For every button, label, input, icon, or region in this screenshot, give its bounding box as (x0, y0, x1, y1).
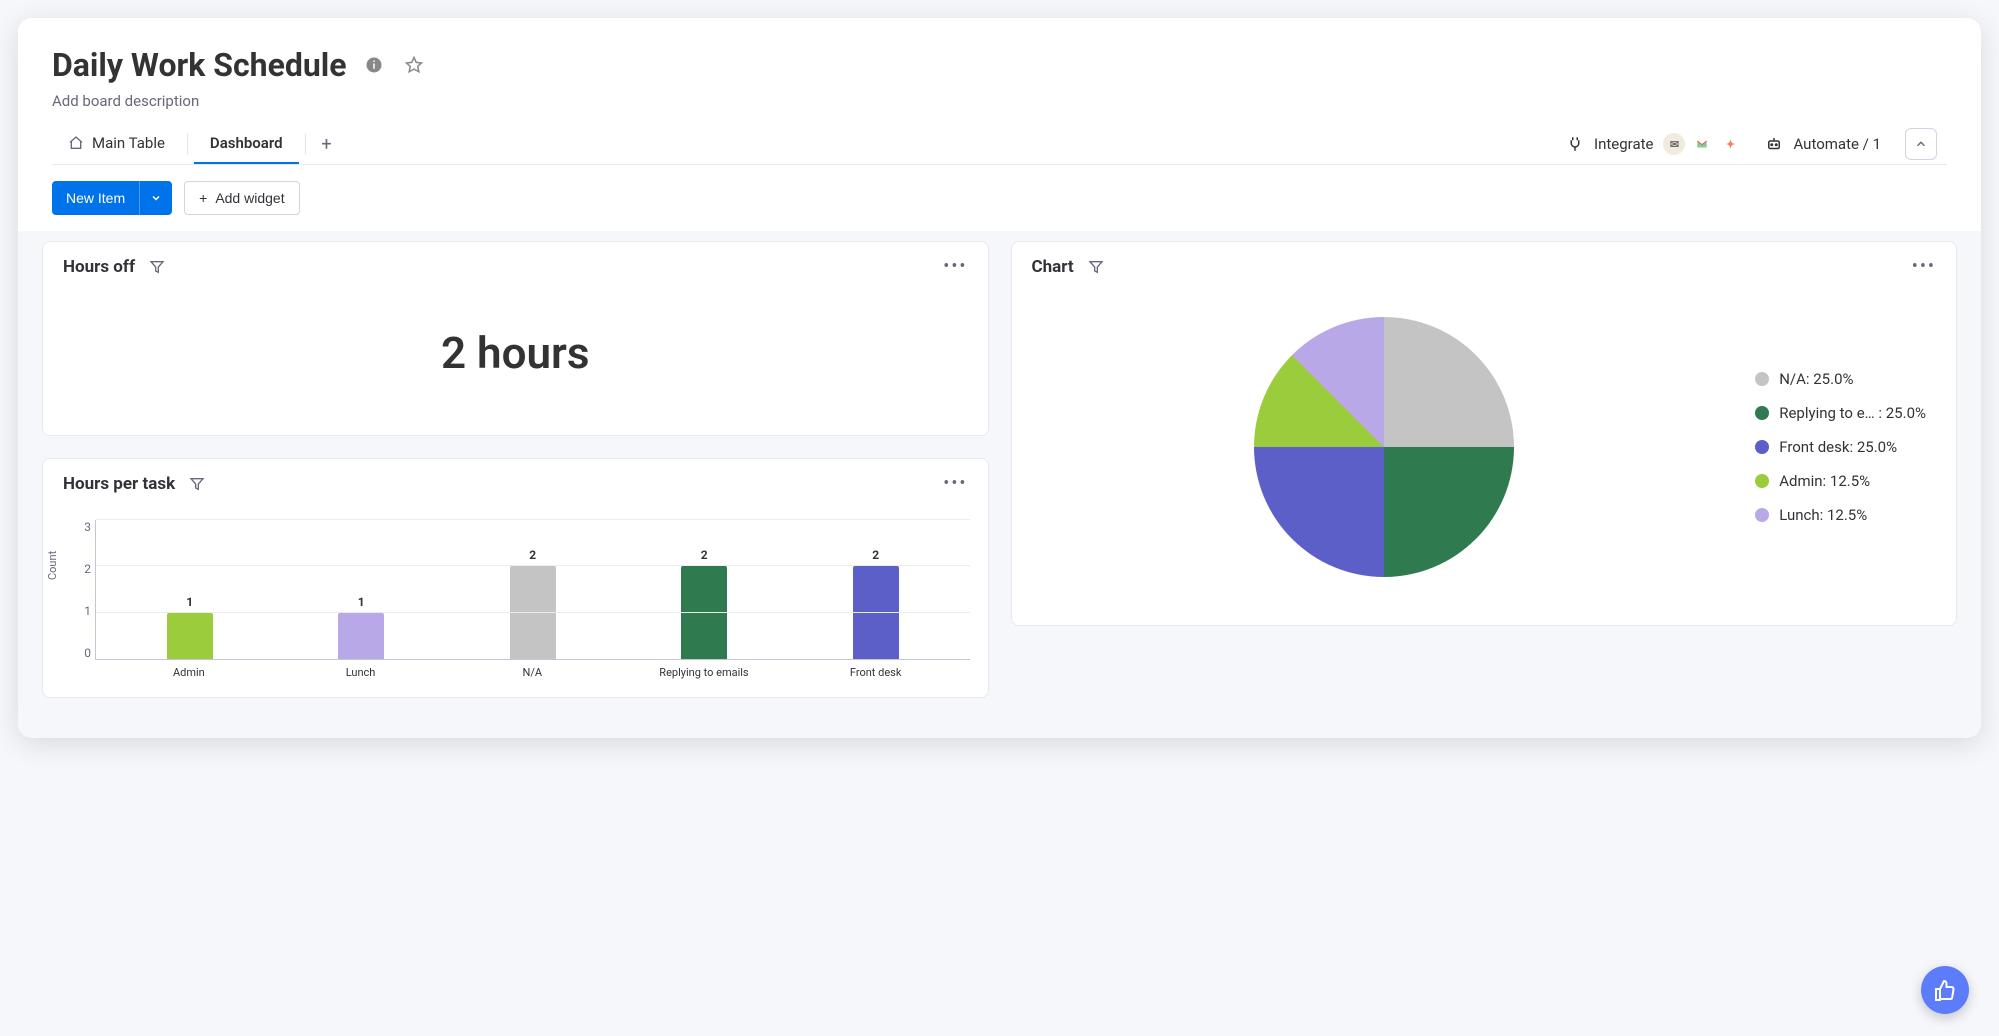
new-item-label: New Item (66, 190, 125, 206)
thumbs-up-icon (1933, 978, 1957, 1002)
y-tick: 2 (84, 562, 91, 576)
plus-icon: + (199, 190, 207, 206)
bar-item: 1 (276, 520, 448, 659)
legend-item: N/A: 25.0% (1755, 370, 1926, 388)
widget-more-icon[interactable]: ••• (943, 473, 967, 494)
legend-swatch (1755, 474, 1769, 488)
x-tick: N/A (446, 666, 618, 679)
legend-swatch (1755, 372, 1769, 386)
info-icon[interactable] (361, 52, 387, 78)
tab-divider (187, 134, 188, 154)
star-icon[interactable] (401, 52, 427, 78)
gmail-icon (1691, 133, 1713, 155)
tab-label: Dashboard (210, 134, 283, 152)
hubspot-icon: ✦ (1719, 133, 1741, 155)
chevron-down-icon (150, 192, 162, 204)
bar-item: 2 (790, 520, 962, 659)
legend-label: Admin: 12.5% (1779, 472, 1870, 490)
tabs-row: Main Table Dashboard + Integrate ✉ (52, 124, 1947, 165)
board-header: Daily Work Schedule Add board descriptio… (18, 18, 1981, 165)
bar-value-label: 2 (701, 548, 708, 562)
widget-title: Chart (1032, 257, 1074, 277)
legend-label: Front desk: 25.0% (1779, 438, 1897, 456)
hours-per-task-widget: Hours per task ••• Count 3 2 1 0 (42, 458, 989, 698)
new-item-split-button: New Item (52, 181, 172, 215)
home-icon (68, 135, 84, 151)
bar-rect (167, 613, 213, 659)
x-tick: Front desk (790, 666, 962, 679)
bar-value-label: 1 (186, 595, 193, 609)
legend-item: Replying to e… : 25.0% (1755, 404, 1926, 422)
y-tick: 1 (84, 604, 91, 618)
automate-label: Automate / 1 (1793, 135, 1881, 153)
widget-title: Hours off (63, 257, 135, 277)
legend-swatch (1755, 508, 1769, 522)
chart-widget: Chart ••• N/A: 25.0% Replying to e… : 25.… (1011, 241, 1958, 626)
hours-off-value: 2 hours (43, 291, 988, 435)
bar-item: 1 (104, 520, 276, 659)
bar-item: 2 (619, 520, 791, 659)
toolbar: New Item + Add widget (18, 165, 1981, 231)
board-title: Daily Work Schedule (52, 46, 347, 84)
x-tick: Replying to emails (618, 666, 790, 679)
bar-value-label: 1 (358, 595, 365, 609)
bar-chart: Count 3 2 1 0 1 1 2 2 2 AdminLunchN/AReplying t… (43, 508, 988, 697)
legend-item: Lunch: 12.5% (1755, 506, 1926, 524)
y-tick: 0 (84, 646, 91, 660)
integrate-button[interactable]: Integrate ✉ ✦ (1566, 133, 1741, 155)
widget-more-icon[interactable]: ••• (1912, 256, 1936, 277)
bar-value-label: 2 (529, 548, 536, 562)
integrate-label: Integrate (1594, 135, 1653, 153)
bar-rect (338, 613, 384, 659)
tab-label: Main Table (92, 134, 165, 152)
automate-button[interactable]: Automate / 1 (1765, 135, 1881, 153)
pie-legend: N/A: 25.0% Replying to e… : 25.0% Front de… (1755, 370, 1926, 524)
collapse-header-button[interactable] (1905, 128, 1937, 160)
filter-icon[interactable] (1088, 259, 1104, 275)
hours-off-widget: Hours off ••• 2 hours (42, 241, 989, 436)
integrate-icon (1566, 135, 1584, 153)
bar-rect (681, 566, 727, 659)
bar-rect (510, 566, 556, 659)
new-item-button[interactable]: New Item (52, 181, 139, 215)
legend-label: Replying to e… : 25.0% (1779, 404, 1926, 422)
y-axis-label: Count (46, 551, 59, 580)
app-frame: Daily Work Schedule Add board descriptio… (18, 18, 1981, 738)
legend-item: Admin: 12.5% (1755, 472, 1926, 490)
tab-divider (305, 134, 306, 154)
mailchimp-icon: ✉ (1663, 133, 1685, 155)
chevron-up-icon (1914, 137, 1928, 151)
tab-main-table[interactable]: Main Table (52, 124, 181, 164)
legend-swatch (1755, 406, 1769, 420)
legend-label: N/A: 25.0% (1779, 370, 1853, 388)
add-widget-button[interactable]: + Add widget (184, 181, 299, 215)
y-tick: 3 (84, 520, 91, 534)
robot-icon (1765, 135, 1783, 153)
filter-icon[interactable] (149, 259, 165, 275)
legend-swatch (1755, 440, 1769, 454)
dashboard-content: Hours off ••• 2 hours Hours per task (18, 231, 1981, 738)
widget-more-icon[interactable]: ••• (943, 256, 967, 277)
pie-chart (1254, 317, 1514, 577)
filter-icon[interactable] (189, 476, 205, 492)
feedback-button[interactable] (1921, 966, 1969, 1014)
bar-rect (853, 566, 899, 659)
bar-value-label: 2 (872, 548, 879, 562)
board-description[interactable]: Add board description (52, 92, 1947, 110)
integration-icons: ✉ ✦ (1663, 133, 1741, 155)
add-tab-button[interactable]: + (312, 129, 342, 159)
legend-item: Front desk: 25.0% (1755, 438, 1926, 456)
bar-item: 2 (447, 520, 619, 659)
tab-dashboard[interactable]: Dashboard (194, 124, 299, 164)
legend-label: Lunch: 12.5% (1779, 506, 1867, 524)
new-item-dropdown[interactable] (139, 181, 172, 215)
x-tick: Admin (103, 666, 275, 679)
widget-title: Hours per task (63, 474, 175, 494)
add-widget-label: Add widget (215, 190, 284, 206)
x-tick: Lunch (275, 666, 447, 679)
